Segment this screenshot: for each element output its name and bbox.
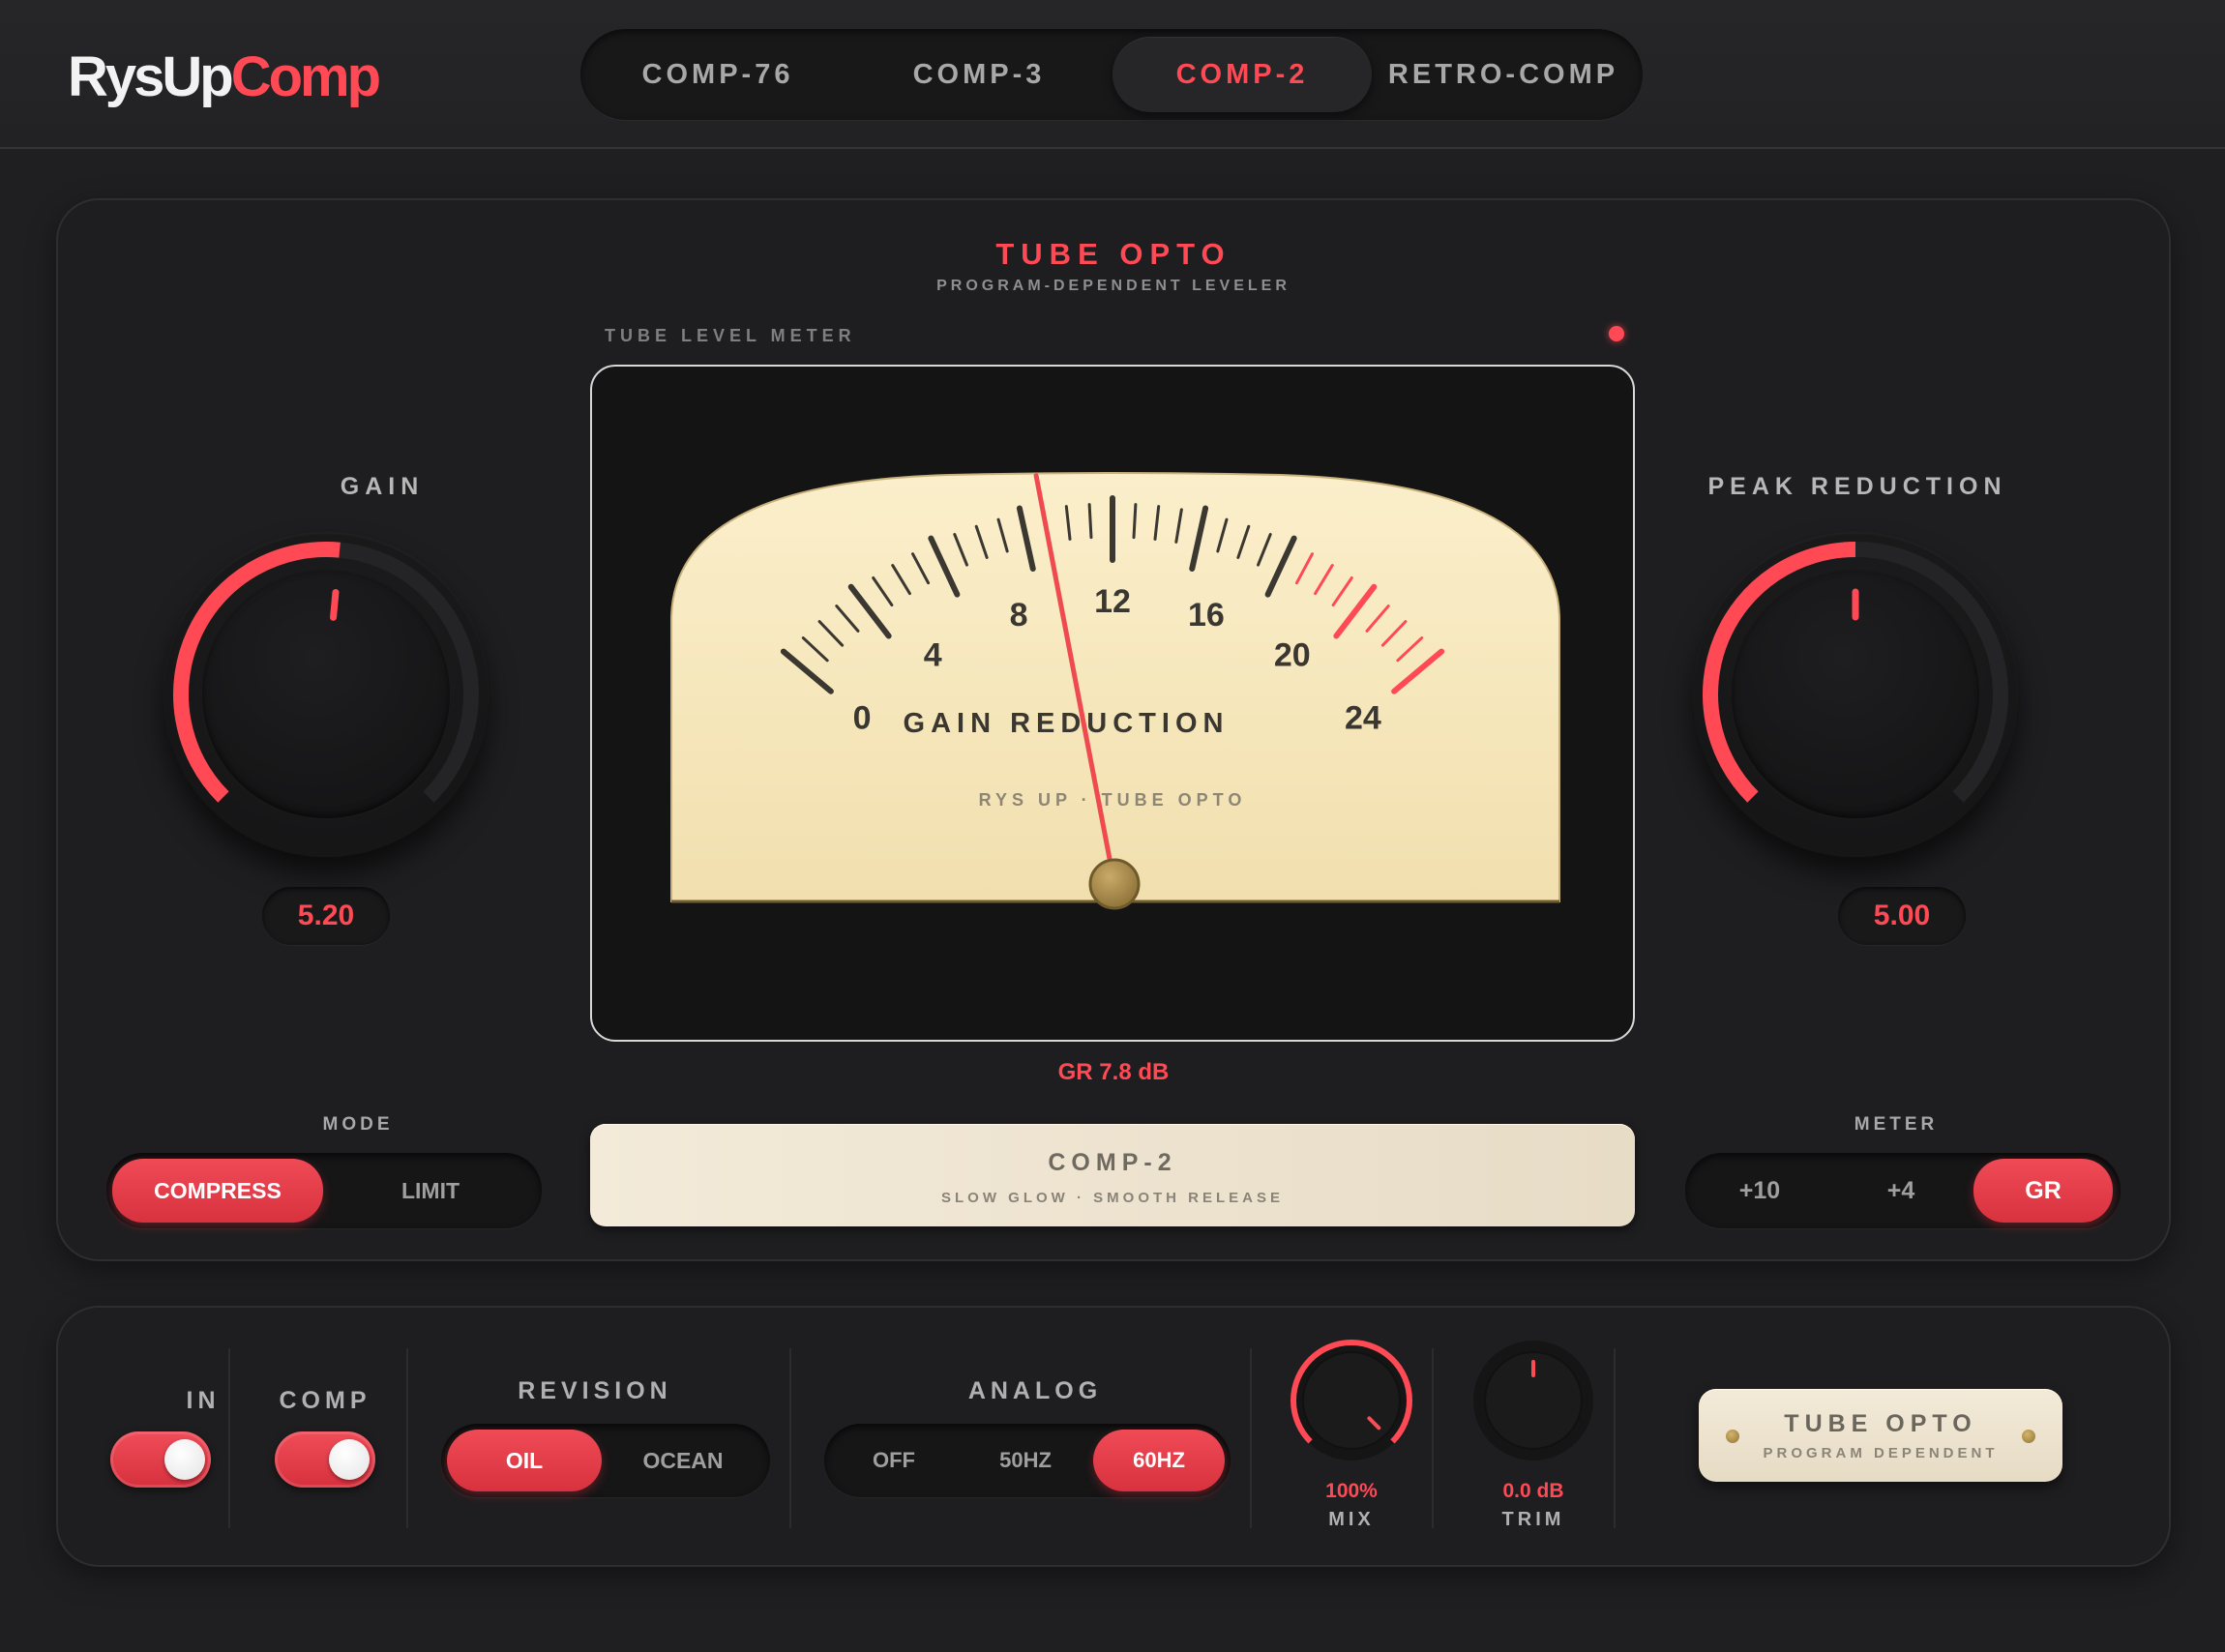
meter-tick xyxy=(1087,503,1093,540)
peak-reduction-value: 5.00 xyxy=(1838,887,1966,945)
revision-oil-button[interactable]: OIL xyxy=(447,1430,602,1491)
analog-off-button[interactable]: OFF xyxy=(830,1430,958,1491)
bottom-bar: IN COMP REVISION OIL OCEAN ANALOG OFF 50… xyxy=(56,1306,2171,1567)
meter-tick-label: 0 xyxy=(853,700,872,737)
tab-comp-3[interactable]: COMP-3 xyxy=(849,37,1109,112)
meter-tick-label: 4 xyxy=(924,637,942,674)
tab-retro-comp[interactable]: RETRO-COMP xyxy=(1374,37,1633,112)
analog-50hz-button[interactable]: 50HZ xyxy=(962,1430,1089,1491)
meter-face: 0 4 8 12 16 20 24 GAIN REDUCTION RYS UP · TUBE… xyxy=(670,472,1560,910)
meter-select-label: METER xyxy=(1854,1114,1939,1135)
gain-knob-fill xyxy=(173,542,341,803)
mix-knob-face xyxy=(1302,1351,1401,1450)
meter-label: TUBE LEVEL METER xyxy=(605,326,856,345)
peak-reduction-label: PEAK REDUCTION xyxy=(1707,473,2007,500)
in-toggle[interactable] xyxy=(110,1431,211,1488)
gain-reduction-readout: GR 7.8 dB xyxy=(1057,1059,1170,1085)
mix-knob[interactable] xyxy=(1284,1333,1419,1468)
logo-text-accent: Comp xyxy=(230,45,381,108)
meter-plus4-button[interactable]: +4 xyxy=(1832,1159,1970,1223)
top-bar: RysUpComp COMP-76 COMP-3 COMP-2 RETRO-CO… xyxy=(0,0,2225,149)
analog-label: ANALOG xyxy=(967,1377,1103,1404)
meter-tick-label: 16 xyxy=(1188,597,1225,634)
mode-limit-button[interactable]: LIMIT xyxy=(325,1159,536,1223)
preset-subtitle: SLOW GLOW · SMOOTH RELEASE xyxy=(941,1190,1284,1206)
model-tabs: COMP-76 COMP-3 COMP-2 RETRO-COMP xyxy=(580,29,1643,120)
preset-plate: COMP-2 SLOW GLOW · SMOOTH RELEASE xyxy=(590,1124,1635,1226)
comp-toggle-thumb xyxy=(329,1439,370,1480)
peak-reduction-knob-arc xyxy=(1703,542,2008,803)
app-logo: RysUpComp xyxy=(68,41,381,114)
meter-selector: +10 +4 GR xyxy=(1685,1153,2121,1228)
trim-label: TRIM xyxy=(1501,1509,1565,1530)
meter-tick-label: 24 xyxy=(1345,700,1381,737)
tube-level-meter: 0 4 8 12 16 20 24 GAIN REDUCTION RYS UP · TUBE… xyxy=(590,365,1635,1042)
analog-selector: OFF 50HZ 60HZ xyxy=(824,1424,1231,1497)
meter-needle-hub xyxy=(1088,858,1141,910)
tab-comp-76[interactable]: COMP-76 xyxy=(588,37,847,112)
gain-label: GAIN xyxy=(340,473,425,500)
meter-gr-button[interactable]: GR xyxy=(1973,1159,2113,1223)
model-badge-plate: TUBE OPTO PROGRAM DEPENDENT xyxy=(1699,1389,2062,1482)
meter-plus10-button[interactable]: +10 xyxy=(1691,1159,1828,1223)
mode-selector: COMPRESS LIMIT xyxy=(106,1153,542,1228)
analog-60hz-button[interactable]: 60HZ xyxy=(1093,1430,1225,1491)
mode-compress-button[interactable]: COMPRESS xyxy=(112,1159,323,1223)
meter-brand: RYS UP · TUBE OPTO xyxy=(979,790,1247,810)
meter-led-indicator xyxy=(1609,326,1624,341)
peak-knob-fill xyxy=(1703,542,1856,803)
gain-knob-arc xyxy=(173,542,479,803)
meter-tick-label: 8 xyxy=(1010,597,1028,634)
preset-title: COMP-2 xyxy=(1048,1149,1177,1176)
meter-tick xyxy=(1132,503,1138,540)
trim-value: 0.0 dB xyxy=(1502,1480,1564,1502)
model-subtitle: PROGRAM-DEPENDENT LEVELER xyxy=(936,278,1290,294)
revision-ocean-button[interactable]: OCEAN xyxy=(604,1430,762,1491)
tab-comp-2[interactable]: COMP-2 xyxy=(1112,37,1372,112)
gain-value: 5.20 xyxy=(262,887,390,945)
logo-text-primary: RysUp xyxy=(68,45,234,108)
meter-tick-label: 12 xyxy=(1094,583,1131,620)
trim-knob[interactable] xyxy=(1466,1333,1601,1468)
in-toggle-thumb xyxy=(164,1439,205,1480)
badge-subtitle: PROGRAM DEPENDENT xyxy=(1763,1445,1999,1461)
peak-reduction-knob[interactable] xyxy=(1693,532,2018,857)
main-panel: TUBE OPTO PROGRAM-DEPENDENT LEVELER GAIN… xyxy=(56,198,2171,1261)
mode-label: MODE xyxy=(322,1114,394,1135)
meter-caption: GAIN REDUCTION xyxy=(904,708,1230,739)
comp-label: COMP xyxy=(279,1387,371,1414)
gain-knob[interactable] xyxy=(163,532,489,857)
revision-selector: OIL OCEAN xyxy=(441,1424,770,1497)
meter-tick-label: 20 xyxy=(1274,637,1311,674)
revision-label: REVISION xyxy=(518,1377,672,1404)
model-title: TUBE OPTO xyxy=(995,237,1231,271)
mix-label: MIX xyxy=(1328,1509,1375,1530)
mix-value: 100% xyxy=(1325,1480,1378,1502)
gain-knob-indicator xyxy=(330,588,340,621)
comp-toggle[interactable] xyxy=(275,1431,375,1488)
badge-title: TUBE OPTO xyxy=(1784,1410,1977,1437)
